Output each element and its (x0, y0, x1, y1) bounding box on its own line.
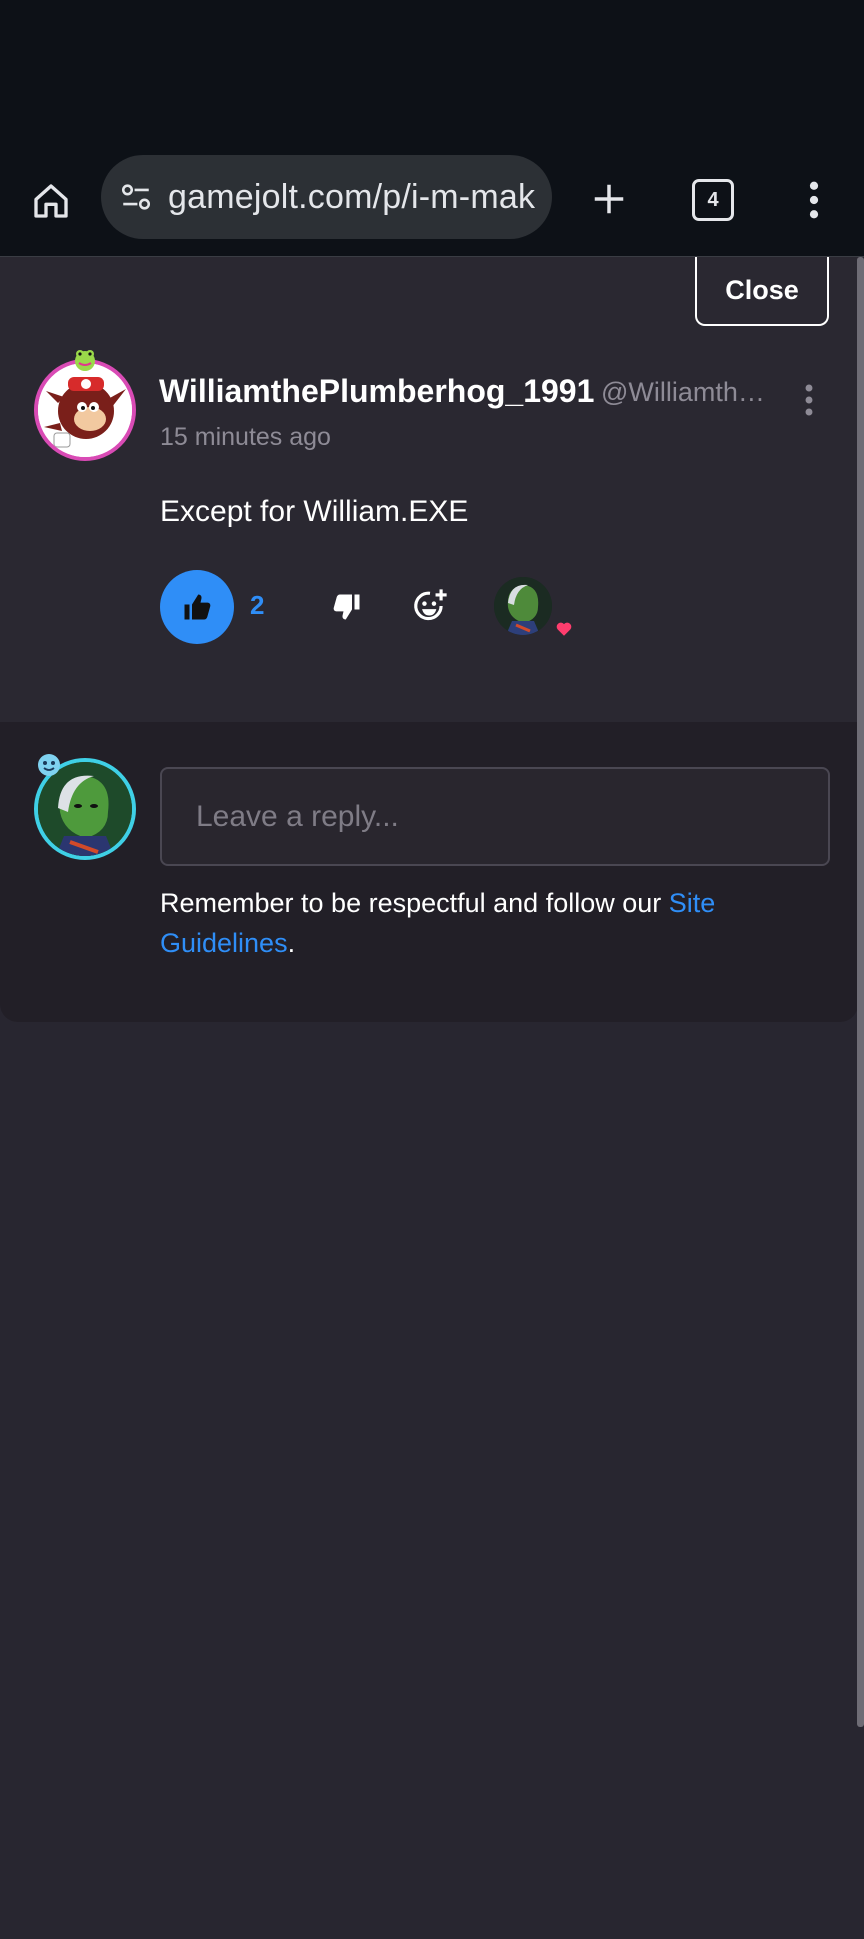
url-text: gamejolt.com/p/i-m-mak (168, 177, 536, 216)
author-handle[interactable]: @WilliamthePlumberhog_1991 (601, 377, 771, 408)
comment-menu-button[interactable] (798, 379, 820, 421)
comment-timestamp[interactable]: 15 minutes ago (160, 423, 331, 452)
character-avatar-icon (494, 577, 552, 635)
heart-icon (556, 622, 572, 636)
liker-heart-badge (551, 616, 577, 642)
scrollbar[interactable] (857, 257, 864, 1727)
dislike-button[interactable] (326, 584, 368, 630)
site-settings-icon[interactable] (118, 179, 154, 215)
hedgehog-avatar-icon (38, 363, 132, 457)
comment-panel: Close WilliamthePlumberhog_1991 @William… (0, 257, 858, 1022)
guidelines-notice: Remember to be respectful and follow our… (160, 883, 800, 963)
reply-input[interactable] (160, 767, 830, 866)
frog-badge-icon (75, 350, 95, 371)
add-reaction-icon (414, 589, 447, 621)
like-button[interactable] (160, 570, 234, 644)
guidelines-suffix: . (287, 928, 296, 958)
browser-toolbar: gamejolt.com/p/i-m-mak 4 (0, 150, 864, 257)
comment-body: Except for William.EXE (160, 495, 469, 528)
thumbs-down-icon (333, 594, 360, 620)
badge-icon (38, 754, 60, 776)
tab-count: 4 (692, 179, 734, 221)
author-avatar[interactable] (34, 359, 136, 461)
home-icon (34, 184, 68, 218)
browser-menu-button[interactable] (796, 172, 832, 228)
author-username[interactable]: WilliamthePlumberhog_1991 (159, 373, 594, 410)
plus-icon (594, 184, 624, 214)
home-button[interactable] (24, 174, 78, 228)
more-vert-icon (805, 384, 813, 416)
like-count[interactable]: 2 (250, 590, 264, 621)
add-reaction-button[interactable] (408, 583, 452, 629)
tab-switcher-button[interactable]: 4 (685, 172, 741, 228)
liker-avatar[interactable] (494, 577, 552, 635)
close-button[interactable]: Close (695, 257, 829, 326)
thumbs-up-icon (184, 594, 211, 620)
more-vert-icon (809, 181, 819, 219)
guidelines-text: Remember to be respectful and follow our (160, 888, 669, 918)
reply-section: Remember to be respectful and follow our… (0, 722, 858, 1022)
status-bar (0, 0, 864, 150)
address-bar[interactable]: gamejolt.com/p/i-m-mak (101, 155, 552, 239)
new-tab-button[interactable] (582, 172, 636, 226)
